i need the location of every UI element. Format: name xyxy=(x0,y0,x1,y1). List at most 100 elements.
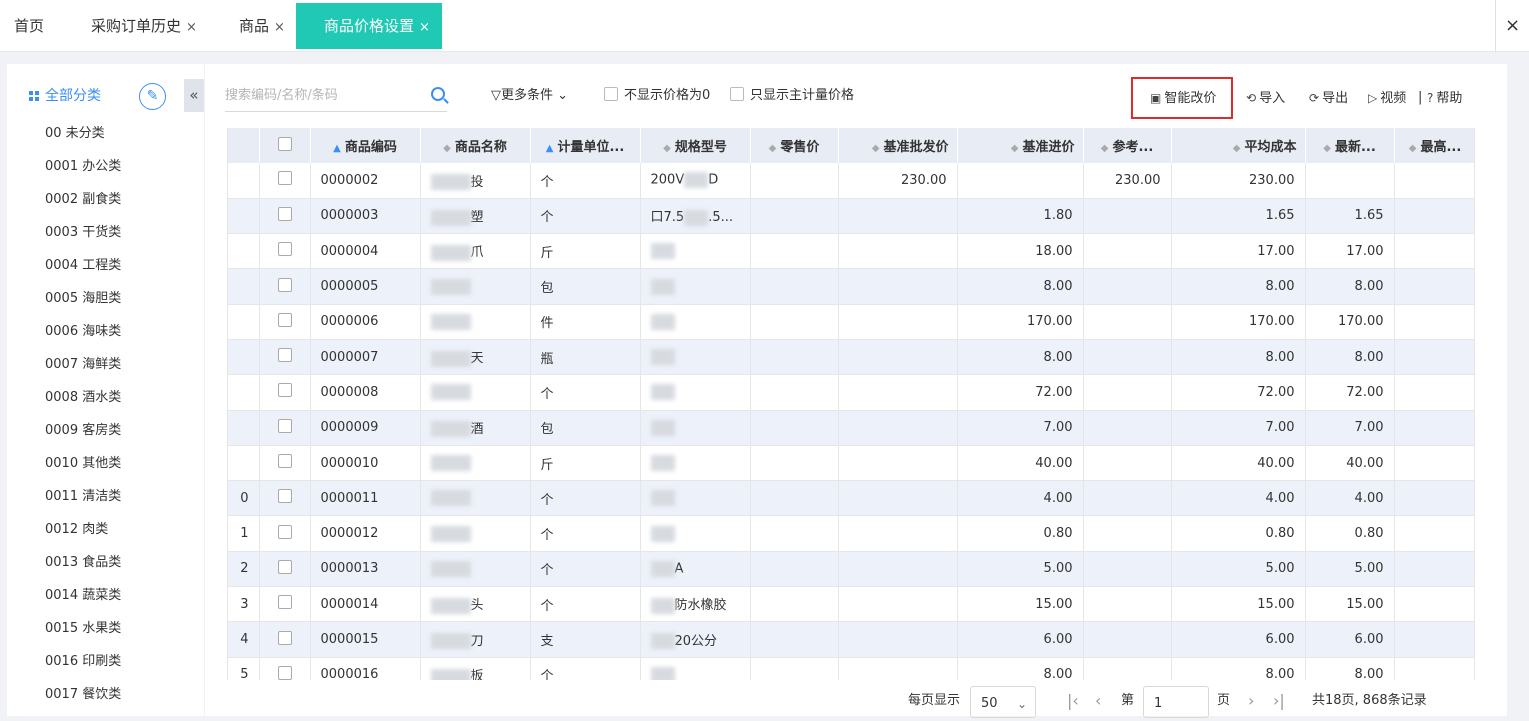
smart-reprice-button[interactable]: ▣ 智能改价 xyxy=(1150,88,1216,108)
page-number-input[interactable]: 1 xyxy=(1143,686,1209,718)
column-header[interactable]: ◆ 基准进价 xyxy=(957,128,1084,163)
category-item[interactable]: 0017 餐饮类 xyxy=(45,682,121,715)
next-page-icon[interactable]: › xyxy=(1248,691,1254,710)
category-item[interactable]: 0011 清洁类 xyxy=(45,484,121,517)
table-row[interactable]: 1 0000012 个 0.80 0.80 0.80 xyxy=(228,515,1474,552)
close-icon[interactable]: × xyxy=(186,20,197,35)
column-title: 商品名称 xyxy=(454,140,507,155)
column-header[interactable]: ▲ 计量单位... xyxy=(530,128,641,163)
category-item[interactable]: 0002 副食类 xyxy=(45,187,121,220)
tab-price-settings[interactable]: 商品价格设置 × xyxy=(296,3,442,49)
checkbox-icon[interactable] xyxy=(277,171,292,186)
table-row[interactable]: 0000009 酒 包 7.00 7.00 7.00 xyxy=(228,410,1474,446)
checkbox-icon[interactable] xyxy=(277,454,292,469)
more-conditions-dropdown[interactable]: ▽更多条件 ⌄ xyxy=(491,86,568,106)
tab-products[interactable]: 商品 × xyxy=(239,3,285,49)
column-header[interactable]: ▲ 商品编码 xyxy=(310,128,421,163)
category-item[interactable]: 0007 海鲜类 xyxy=(45,352,121,385)
all-categories[interactable]: 全部分类 xyxy=(29,86,101,106)
cell-text: 170.00 xyxy=(1338,314,1384,330)
table-row[interactable]: 0000007 天 瓶 8.00 8.00 8.00 xyxy=(228,339,1474,376)
collapse-sidebar-button[interactable]: « xyxy=(184,79,204,112)
checkbox-icon[interactable] xyxy=(277,312,292,327)
checkbox-icon[interactable] xyxy=(277,348,292,363)
table-row[interactable]: 0000002 投 个 200V D 230.00 230.00 230.00 xyxy=(228,163,1474,199)
column-header[interactable]: ◆ 最高... xyxy=(1394,128,1474,163)
category-item[interactable]: 0004 工程类 xyxy=(45,253,121,286)
search-icon[interactable] xyxy=(431,87,445,101)
first-page-icon[interactable]: |‹ xyxy=(1067,691,1079,710)
cell-text: 8.00 xyxy=(1265,667,1295,680)
checkbox-icon[interactable] xyxy=(277,136,292,151)
table-row[interactable]: 0000008 个 72.00 72.00 72.00 xyxy=(228,374,1474,411)
category-item[interactable]: 0001 办公类 xyxy=(45,154,121,187)
main-unit-only-checkbox[interactable]: 只显示主计量价格 xyxy=(730,86,854,106)
cell-text: 6.00 xyxy=(1265,632,1295,647)
column-header[interactable]: ◆ 最新... xyxy=(1305,128,1395,163)
max-cell xyxy=(1394,445,1474,482)
code-cell: 0000009 xyxy=(310,410,421,446)
last-page-icon[interactable]: ›| xyxy=(1273,691,1285,710)
checkbox-icon[interactable] xyxy=(277,418,292,433)
table-row[interactable]: 0000004 爪 斤 18.00 17.00 17.00 xyxy=(228,233,1474,270)
import-button[interactable]: ⟲ 导入 xyxy=(1246,88,1285,108)
category-item[interactable]: 0012 肉类 xyxy=(45,517,121,550)
table-row[interactable]: 5 0000016 板 个 8.00 8.00 8.00 xyxy=(228,657,1474,680)
checkbox-icon[interactable] xyxy=(277,206,292,221)
help-button[interactable]: ? 帮助 xyxy=(1427,88,1462,108)
table-row[interactable]: 0 0000011 个 4.00 4.00 4.00 xyxy=(228,480,1474,517)
table-row[interactable]: 4 0000015 刀 支 20公分 6.00 6.00 6.00 xyxy=(228,621,1474,658)
column-header[interactable]: ◆ 零售价 xyxy=(750,128,839,163)
table-row[interactable]: 0000010 斤 40.00 40.00 40.00 xyxy=(228,445,1474,482)
page-size-select[interactable]: 50 ⌄ xyxy=(970,686,1036,718)
row-select-cell xyxy=(259,163,311,199)
tab-purchase-order-history[interactable]: 采购订单历史 × xyxy=(91,3,197,49)
video-button[interactable]: ▷ 视频 xyxy=(1368,88,1406,108)
checkbox-icon[interactable] xyxy=(277,383,292,398)
table-row[interactable]: 0000003 塑 个 口7.5 .5... 1.80 1.65 1.65 xyxy=(228,198,1474,235)
checkbox-icon[interactable] xyxy=(277,489,292,504)
hide-zero-price-checkbox[interactable]: 不显示价格为0 xyxy=(604,86,710,106)
column-header[interactable]: ◆ 参考... xyxy=(1083,128,1172,163)
purchase-cell: 40.00 xyxy=(957,445,1084,482)
search-input[interactable] xyxy=(225,80,415,110)
redacted-block xyxy=(430,633,471,650)
cell-text: 0000014 xyxy=(320,596,379,612)
category-item[interactable]: 00 未分类 xyxy=(45,121,121,154)
table-row[interactable]: 2 0000013 个 A 5.00 5.00 5.00 xyxy=(228,551,1474,588)
column-header[interactable]: ◆ 平均成本 xyxy=(1171,128,1306,163)
category-item[interactable]: 0014 蔬菜类 xyxy=(45,583,121,616)
category-item[interactable]: 0010 其他类 xyxy=(45,451,121,484)
seq-cell: 1 xyxy=(228,515,260,552)
column-header[interactable]: ◆ 商品名称 xyxy=(420,128,531,163)
prev-page-icon[interactable]: ‹ xyxy=(1095,691,1101,710)
category-item[interactable]: 0016 印刷类 xyxy=(45,649,121,682)
table-row[interactable]: 0000006 件 170.00 170.00 170.00 xyxy=(228,304,1474,340)
column-header[interactable]: ◆ 规格型号 xyxy=(640,128,751,163)
category-item[interactable]: 0013 食品类 xyxy=(45,550,121,583)
category-item[interactable]: 0003 干货类 xyxy=(45,220,121,253)
close-icon[interactable]: × xyxy=(419,20,430,35)
category-item[interactable]: 0015 水果类 xyxy=(45,616,121,649)
export-button[interactable]: ⟳ 导出 xyxy=(1309,88,1348,108)
checkbox-icon[interactable] xyxy=(277,559,292,574)
name-cell xyxy=(420,480,531,517)
select-all-header[interactable] xyxy=(259,128,311,163)
checkbox-icon[interactable] xyxy=(277,630,292,645)
category-item[interactable]: 0009 客房类 xyxy=(45,418,121,451)
checkbox-icon[interactable] xyxy=(277,595,292,610)
category-item[interactable]: 0006 海味类 xyxy=(45,319,121,352)
checkbox-icon[interactable] xyxy=(277,242,292,257)
category-item[interactable]: 0005 海胆类 xyxy=(45,286,121,319)
column-header[interactable]: ◆ 基准批发价 xyxy=(838,128,958,163)
tab-home[interactable]: 首页 xyxy=(14,3,44,49)
category-item[interactable]: 0008 酒水类 xyxy=(45,385,121,418)
table-row[interactable]: 3 0000014 头 个 防水橡胶 15.00 15.00 15.00 xyxy=(228,586,1474,623)
checkbox-icon[interactable] xyxy=(277,665,292,680)
checkbox-icon[interactable] xyxy=(277,524,292,539)
checkbox-icon[interactable] xyxy=(277,277,292,292)
close-icon[interactable]: × xyxy=(274,20,285,35)
table-row[interactable]: 0000005 包 8.00 8.00 8.00 xyxy=(228,268,1474,305)
edit-category-button[interactable]: ✎ xyxy=(139,83,166,110)
close-all-tabs-button[interactable]: × xyxy=(1495,0,1529,52)
